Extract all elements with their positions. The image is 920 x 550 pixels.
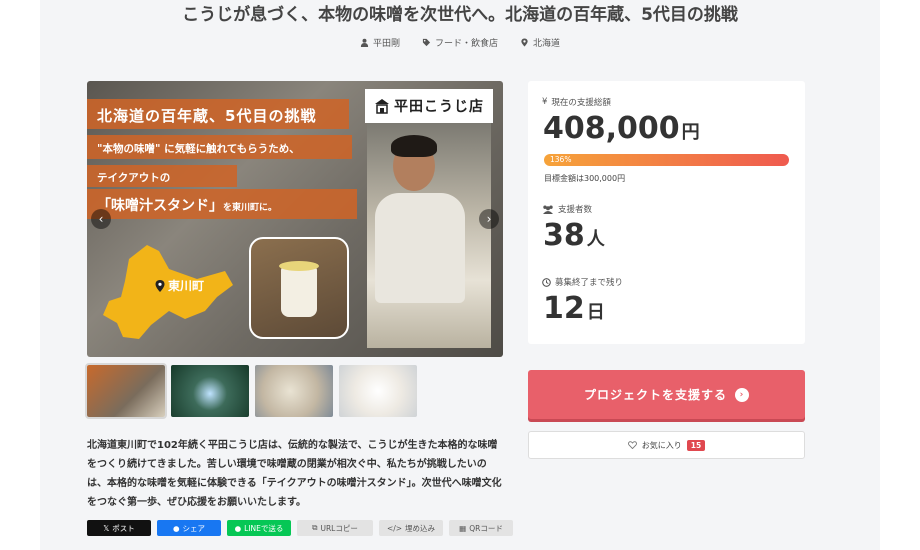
total-label-text: 現在の支援総額 bbox=[551, 98, 611, 108]
share-x-label: ポスト bbox=[112, 523, 135, 533]
funding-stats-card: ¥ 現在の支援総額 408,000 円 136% 目標金額は300,000円 支援者… bbox=[528, 81, 805, 344]
category-link[interactable]: フード・飲食店 bbox=[422, 36, 498, 49]
qr-code-label: QRコード bbox=[469, 523, 503, 533]
goal-amount: 目標金額は300,000円 bbox=[544, 174, 626, 183]
users-icon bbox=[543, 205, 553, 214]
total-value: 408,000 bbox=[543, 111, 680, 146]
tag-icon bbox=[422, 38, 431, 47]
category-name: フード・飲食店 bbox=[434, 39, 498, 49]
miso-soup-cup-photo bbox=[249, 237, 349, 339]
project-title: こうじが息づく、本物の味噌を次世代へ。北海道の百年蔵、5代目の挑戦 bbox=[182, 5, 738, 25]
location-name: 北海道 bbox=[533, 39, 561, 49]
support-project-button[interactable]: プロジェクトを支援する › bbox=[528, 370, 805, 419]
supporters-unit: 人 bbox=[586, 229, 605, 250]
total-label: ¥ 現在の支援総額 bbox=[542, 96, 611, 108]
clock-icon bbox=[542, 277, 551, 287]
shirt-shape bbox=[375, 193, 465, 303]
map-pin-icon bbox=[155, 279, 165, 292]
embed-label: 埋め込み bbox=[405, 523, 436, 533]
support-button-label: プロジェクトを支援する bbox=[583, 388, 727, 402]
banner-line-4: 「味噌汁スタンド」を東川町に。 bbox=[87, 189, 357, 219]
progress-text: 136% bbox=[550, 155, 572, 164]
yen-icon: ¥ bbox=[542, 97, 548, 107]
embed-button[interactable]: </> 埋め込み bbox=[379, 520, 443, 536]
map-pin-label: 東川町 bbox=[155, 277, 204, 294]
thumbnail-2[interactable] bbox=[171, 365, 249, 417]
progress-bar: 136% bbox=[544, 154, 789, 166]
project-meta: 平田剛 フード・飲食店 北海道 bbox=[0, 36, 920, 49]
image-thumbnails bbox=[85, 363, 417, 419]
supporters-label: 支援者数 bbox=[542, 203, 592, 215]
total-unit: 円 bbox=[681, 122, 700, 143]
person-photo bbox=[367, 123, 491, 348]
favorite-button[interactable]: お気に入り 15 bbox=[528, 431, 805, 459]
heart-icon bbox=[627, 441, 637, 449]
kura-icon bbox=[375, 99, 389, 114]
location-pin-icon bbox=[521, 38, 528, 47]
owner-name: 平田剛 bbox=[372, 39, 400, 49]
qr-icon: ▦ bbox=[459, 523, 467, 533]
supporters-value: 38 bbox=[543, 218, 585, 253]
thumbnail-3[interactable] bbox=[255, 365, 333, 417]
arrow-right-icon: › bbox=[735, 387, 749, 402]
remaining-label: 募集終了まで残り bbox=[542, 276, 623, 288]
total-amount: 408,000 円 bbox=[543, 111, 700, 146]
supporters-count: 38 人 bbox=[543, 218, 605, 253]
line-icon: ● bbox=[234, 523, 242, 533]
code-icon: </> bbox=[386, 523, 403, 533]
share-line-button[interactable]: ● LINEで送る bbox=[227, 520, 291, 536]
remaining-days: 12 日 bbox=[543, 291, 605, 326]
owner-link[interactable]: 平田剛 bbox=[360, 36, 400, 49]
cup-top-shape bbox=[279, 261, 319, 271]
carousel-next-button[interactable]: › bbox=[479, 209, 499, 229]
thumbnail-1[interactable] bbox=[85, 363, 167, 419]
banner-line-3: テイクアウトの bbox=[87, 165, 237, 187]
share-x-button[interactable]: 𝕏 ポスト bbox=[87, 520, 151, 536]
copy-url-label: URLコピー bbox=[320, 523, 358, 533]
qr-code-button[interactable]: ▦ QRコード bbox=[449, 520, 513, 536]
link-icon: ⧉ bbox=[312, 523, 318, 532]
remaining-label-text: 募集終了まで残り bbox=[555, 278, 624, 288]
x-logo-icon: 𝕏 bbox=[103, 523, 110, 533]
favorite-count-badge: 15 bbox=[686, 439, 706, 451]
facebook-icon: ● bbox=[172, 523, 180, 533]
user-icon bbox=[360, 38, 369, 47]
logo-text: 平田こうじ店 bbox=[394, 99, 484, 115]
share-buttons: 𝕏 ポスト ● シェア ● LINEで送る ⧉ URLコピー </> 埋め込み ▦ QRコー… bbox=[87, 520, 513, 536]
shop-logo: 平田こうじ店 bbox=[365, 89, 493, 123]
hero-image[interactable]: 平田こうじ店 北海道の百年蔵、5代目の挑戦 "本物の味噌" に気軽に触れてもらう… bbox=[87, 81, 503, 357]
share-facebook-label: シェア bbox=[182, 523, 206, 533]
project-description: 北海道東川町で102年続く平田こうじ店は、伝統的な製法で、こうじが生きた本格的な… bbox=[87, 440, 502, 508]
banner-line-1: 北海道の百年蔵、5代目の挑戦 bbox=[87, 99, 349, 129]
banner-stand-text: 「味噌汁スタンド」 bbox=[97, 198, 223, 214]
remaining-unit: 日 bbox=[586, 302, 605, 323]
cup-shape bbox=[281, 267, 317, 317]
remaining-value: 12 bbox=[543, 291, 585, 326]
share-facebook-button[interactable]: ● シェア bbox=[157, 520, 221, 536]
chevron-left-icon: ‹ bbox=[98, 212, 104, 226]
supporters-label-text: 支援者数 bbox=[558, 205, 593, 215]
copy-url-button[interactable]: ⧉ URLコピー bbox=[297, 520, 373, 536]
share-line-label: LINEで送る bbox=[244, 523, 284, 533]
banner-line-2: "本物の味噌" に気軽に触れてもらうため、 bbox=[87, 135, 352, 159]
carousel-prev-button[interactable]: ‹ bbox=[91, 209, 111, 229]
map-label-text: 東川町 bbox=[168, 279, 205, 293]
location-link[interactable]: 北海道 bbox=[520, 36, 560, 49]
hair-shape bbox=[391, 135, 437, 157]
thumbnail-4[interactable] bbox=[339, 365, 417, 417]
favorite-label: お気に入り bbox=[641, 440, 682, 450]
chevron-right-icon: › bbox=[486, 212, 492, 226]
banner-stand-tail: を東川町に。 bbox=[223, 203, 278, 213]
